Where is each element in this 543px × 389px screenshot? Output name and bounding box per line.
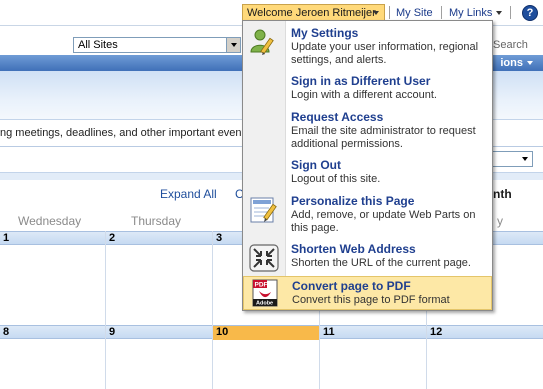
menu-item-my-settings[interactable]: My Settings Update your user information… — [243, 24, 492, 70]
menu-item-shorten-web-address[interactable]: Shorten Web Address Shorten the URL of t… — [243, 240, 492, 274]
menu-item-title: Shorten Web Address — [291, 242, 416, 256]
adobe-label: Adobe — [256, 301, 273, 307]
day-cell-11[interactable]: 11 — [319, 326, 426, 340]
day-cell-12[interactable]: 12 — [426, 326, 543, 340]
day-cell-1[interactable]: 1 — [0, 232, 105, 246]
my-links-menu[interactable]: My Links — [449, 6, 503, 20]
menu-item-desc: Update your user information, regional s… — [291, 41, 479, 66]
menu-item-desc: Logout of this site. — [291, 173, 381, 185]
view-select[interactable] — [490, 151, 533, 167]
menu-item-title: My Settings — [291, 26, 359, 40]
site-actions-label: ions — [500, 57, 523, 69]
menu-item-request-access[interactable]: Request Access Email the site administra… — [243, 108, 492, 154]
day-cell-2[interactable]: 2 — [105, 232, 212, 246]
page-description: ng meetings, deadlines, and other import… — [0, 127, 242, 139]
menu-item-desc: Email the site administrator to request … — [291, 125, 476, 150]
week-row-2: 8 9 10 11 12 — [0, 325, 543, 340]
menu-item-desc: Add, remove, or update Web Parts on this… — [291, 209, 476, 234]
day-name-partial: y — [497, 214, 503, 228]
menu-item-title: Sign in as Different User — [291, 74, 431, 88]
pdf-icon: PDF Adobe — [252, 279, 278, 307]
day-name-thursday: Thursday — [131, 214, 182, 228]
menu-item-desc: Shorten the URL of the current page. — [291, 257, 471, 269]
month-label: nth — [493, 187, 512, 201]
search-label[interactable]: Search — [493, 39, 528, 51]
dropdown-arrow-icon — [226, 38, 240, 52]
search-scope-value: All Sites — [78, 39, 118, 51]
help-icon[interactable]: ? — [522, 5, 538, 21]
personalize-icon — [250, 197, 277, 223]
menu-item-desc: Convert this page to PDF format — [292, 294, 450, 306]
welcome-label: Welcome Jeroen Ritmeijer — [247, 7, 376, 19]
menu-item-personalize-page[interactable]: Personalize this Page Add, remove, or up… — [243, 192, 492, 238]
grid-line — [105, 231, 106, 389]
expand-all-link[interactable]: Expand All — [160, 187, 217, 201]
day-cell-8[interactable]: 8 — [0, 326, 105, 340]
menu-item-title: Convert page to PDF — [292, 279, 411, 293]
menu-item-sign-out[interactable]: Sign Out Logout of this site. — [243, 156, 492, 190]
menu-item-title: Personalize this Page — [291, 194, 415, 208]
chevron-down-icon — [527, 61, 533, 66]
chevron-down-icon — [373, 11, 379, 15]
grid-line — [212, 231, 213, 389]
shorten-url-icon — [249, 244, 279, 272]
day-cell-9[interactable]: 9 — [105, 326, 212, 340]
welcome-dropdown-menu: My Settings Update your user information… — [242, 20, 493, 311]
pdf-badge-text: PDF — [255, 282, 268, 289]
menu-item-desc: Login with a different account. — [291, 89, 437, 101]
my-site-link[interactable]: My Site — [396, 6, 433, 20]
separator — [389, 6, 390, 19]
my-links-label: My Links — [449, 7, 493, 19]
chevron-down-icon — [496, 11, 503, 16]
menu-item-convert-to-pdf[interactable]: PDF Adobe Convert page to PDF Convert th… — [243, 276, 492, 310]
menu-item-sign-in-different-user[interactable]: Sign in as Different User Login with a d… — [243, 72, 492, 106]
day-cell-10-today[interactable]: 10 — [212, 326, 319, 340]
user-settings-icon — [250, 29, 274, 55]
week-body-2 — [0, 340, 543, 389]
separator — [441, 6, 442, 19]
menu-item-title: Request Access — [291, 110, 384, 124]
site-actions-menu[interactable]: ions — [500, 56, 533, 70]
menu-item-title: Sign Out — [291, 158, 341, 172]
day-name-wednesday: Wednesday — [18, 214, 82, 228]
search-scope-select[interactable]: All Sites — [73, 37, 241, 53]
separator — [510, 6, 511, 19]
